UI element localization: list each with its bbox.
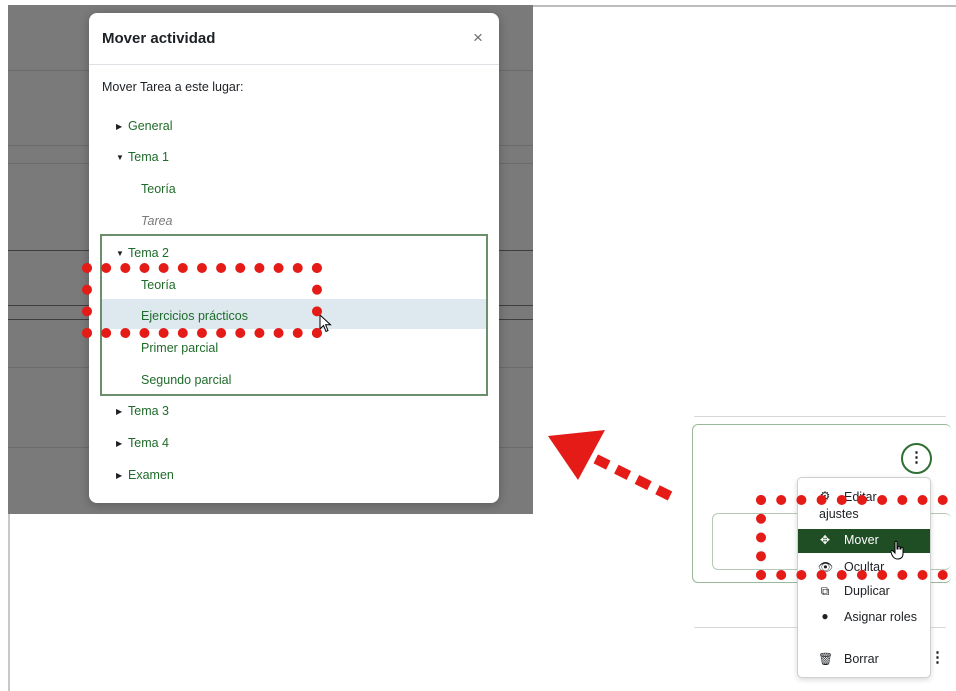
section-label: Examen [128,468,174,482]
section-examen[interactable]: ▶ Examen [116,468,174,482]
section-label: Tema 3 [128,404,169,418]
menu-item-label: Duplicar [844,584,890,598]
kebab-menu-icon[interactable]: ⋮ [901,443,932,474]
menu-item-label: Asignar roles [844,610,917,624]
section-label: Tema 2 [128,246,169,260]
activity-tarea-current: Tarea [141,214,173,228]
dialog-instruction: Mover Tarea a este lugar: [102,80,244,94]
section-tema-1[interactable]: ▼ Tema 1 [116,150,169,164]
section-label: Tema 1 [128,150,169,164]
caret-right-icon: ▶ [116,122,123,131]
section-label: General [128,119,173,133]
activity-teoria[interactable]: Teoría [141,182,176,196]
annotation-arrow [548,430,673,501]
kebab-menu-icon[interactable]: ⋮ [930,648,945,666]
close-icon[interactable]: × [471,28,485,48]
section-tema-3[interactable]: ▶ Tema 3 [116,404,169,418]
section-label: Tema 4 [128,436,169,450]
caret-down-icon: ▼ [116,249,124,258]
dialog-title: Mover actividad [102,30,216,47]
menu-item-duplicate[interactable]: ⧉ Duplicar [798,582,930,604]
menu-item-assign-roles[interactable]: ● Asignar roles [798,607,930,645]
activity-primer-parcial[interactable]: Primer parcial [141,341,218,355]
screenshot-edge [8,514,10,691]
section-tema-4[interactable]: ▶ Tema 4 [116,436,169,450]
annotation-highlight-source [756,495,956,580]
menu-item-label: Borrar [844,652,879,666]
caret-right-icon: ▶ [116,471,123,480]
screenshot-edge [533,5,956,7]
section-tema-2[interactable]: ▼ Tema 2 [116,246,169,260]
move-activity-dialog: Mover actividad × Mover Tarea a este lug… [89,13,499,503]
divider [694,416,946,417]
trash-icon: 🗑 [818,652,834,666]
annotation-highlight-target [82,263,322,338]
dialog-header: Mover actividad × [89,13,499,65]
caret-right-icon: ▶ [116,407,123,416]
caret-right-icon: ▶ [116,439,123,448]
section-general[interactable]: ▶ General [116,119,172,133]
activity-segundo-parcial[interactable]: Segundo parcial [141,373,231,387]
caret-down-icon: ▼ [116,153,124,162]
menu-item-delete[interactable]: 🗑 Borrar [798,650,930,672]
copy-icon: ⧉ [820,584,830,598]
